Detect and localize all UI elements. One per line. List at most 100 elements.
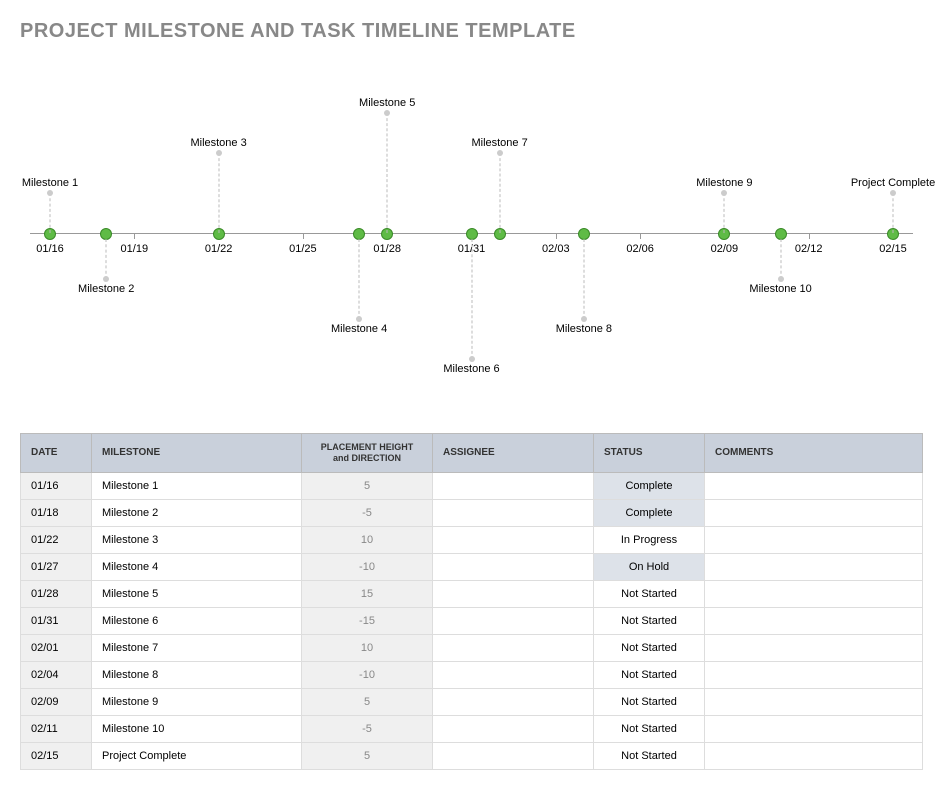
milestone-leader-line [218,153,219,233]
cell-comments [705,634,923,661]
milestone-leader-line [471,239,472,359]
milestone-end-dot [721,190,727,196]
cell-assignee [433,742,594,769]
milestone-end-dot [103,276,109,282]
cell-assignee [433,553,594,580]
timeline-chart: 01/1601/1901/2201/2501/2801/3102/0302/06… [30,73,913,393]
milestone-label: Milestone 6 [443,363,499,375]
cell-assignee [433,580,594,607]
axis-tick [134,233,135,239]
cell-placement: 15 [302,580,433,607]
cell-status: Not Started [594,607,705,634]
milestone-end-dot [890,190,896,196]
axis-tick [640,233,641,239]
milestone-end-dot [497,150,503,156]
milestone-leader-line [106,239,107,279]
cell-status: On Hold [594,553,705,580]
milestone-end-dot [581,316,587,322]
axis-tick-label: 01/22 [205,243,233,255]
cell-comments [705,688,923,715]
cell-milestone: Milestone 10 [92,715,302,742]
milestone-label: Milestone 3 [190,137,246,149]
milestone-end-dot [778,276,784,282]
milestone-end-dot [469,356,475,362]
milestone-leader-line [724,193,725,233]
milestone-label: Milestone 7 [471,137,527,149]
milestone-label: Milestone 1 [22,177,78,189]
table-row: 01/18Milestone 2-5 Complete [21,499,923,526]
cell-comments [705,499,923,526]
page-title: PROJECT MILESTONE AND TASK TIMELINE TEMP… [20,20,923,43]
axis-tick-label: 02/12 [795,243,823,255]
cell-status: Not Started [594,661,705,688]
milestone-label: Milestone 9 [696,177,752,189]
milestone-label: Milestone 4 [331,323,387,335]
milestone-end-dot [356,316,362,322]
cell-status: Not Started [594,634,705,661]
cell-date: 01/28 [21,580,92,607]
cell-date: 02/15 [21,742,92,769]
cell-comments [705,526,923,553]
cell-assignee [433,634,594,661]
milestone-end-dot [216,150,222,156]
cell-milestone: Milestone 5 [92,580,302,607]
cell-comments [705,607,923,634]
cell-status: Complete [594,499,705,526]
cell-placement: -15 [302,607,433,634]
cell-assignee [433,472,594,499]
cell-placement: 10 [302,634,433,661]
cell-assignee [433,715,594,742]
cell-date: 01/18 [21,499,92,526]
cell-status: Not Started [594,742,705,769]
axis-tick [556,233,557,239]
table-row: 01/28Milestone 515Not Started [21,580,923,607]
milestone-leader-line [583,239,584,319]
axis-tick-label: 02/06 [626,243,654,255]
cell-comments [705,553,923,580]
cell-milestone: Milestone 8 [92,661,302,688]
cell-milestone: Milestone 3 [92,526,302,553]
col-header-date: DATE [21,434,92,473]
milestone-leader-line [780,239,781,279]
milestone-label: Milestone 10 [749,283,811,295]
cell-assignee [433,607,594,634]
axis-tick [809,233,810,239]
milestone-leader-line [387,113,388,233]
cell-milestone: Milestone 2 [92,499,302,526]
table-row: 02/09Milestone 95Not Started [21,688,923,715]
milestone-end-dot [384,110,390,116]
cell-date: 01/22 [21,526,92,553]
cell-date: 02/01 [21,634,92,661]
axis-tick-label: 01/25 [289,243,317,255]
cell-date: 01/16 [21,472,92,499]
cell-milestone: Milestone 9 [92,688,302,715]
table-header-row: DATE MILESTONE PLACEMENT HEIGHT and DIRE… [21,434,923,473]
cell-milestone: Milestone 7 [92,634,302,661]
cell-milestone: Milestone 6 [92,607,302,634]
cell-comments [705,580,923,607]
axis-tick-label: 02/03 [542,243,570,255]
col-header-comments: COMMENTS [705,434,923,473]
cell-date: 02/04 [21,661,92,688]
milestone-label: Milestone 2 [78,283,134,295]
cell-placement: -5 [302,499,433,526]
milestone-label: Milestone 5 [359,97,415,109]
axis-tick [303,233,304,239]
cell-comments [705,742,923,769]
cell-date: 01/31 [21,607,92,634]
table-row: 01/31Milestone 6-15 Not Started [21,607,923,634]
milestone-leader-line [50,193,51,233]
milestone-table: DATE MILESTONE PLACEMENT HEIGHT and DIRE… [20,433,923,770]
cell-assignee [433,526,594,553]
col-header-milestone: MILESTONE [92,434,302,473]
cell-placement: 5 [302,472,433,499]
cell-status: Not Started [594,688,705,715]
axis-tick-label: 02/15 [879,243,907,255]
cell-milestone: Milestone 4 [92,553,302,580]
col-header-placement: PLACEMENT HEIGHT and DIRECTION [302,434,433,473]
axis-tick-label: 01/16 [36,243,64,255]
cell-placement: 10 [302,526,433,553]
table-row: 02/11Milestone 10-5Not Started [21,715,923,742]
cell-status: Not Started [594,715,705,742]
cell-assignee [433,499,594,526]
